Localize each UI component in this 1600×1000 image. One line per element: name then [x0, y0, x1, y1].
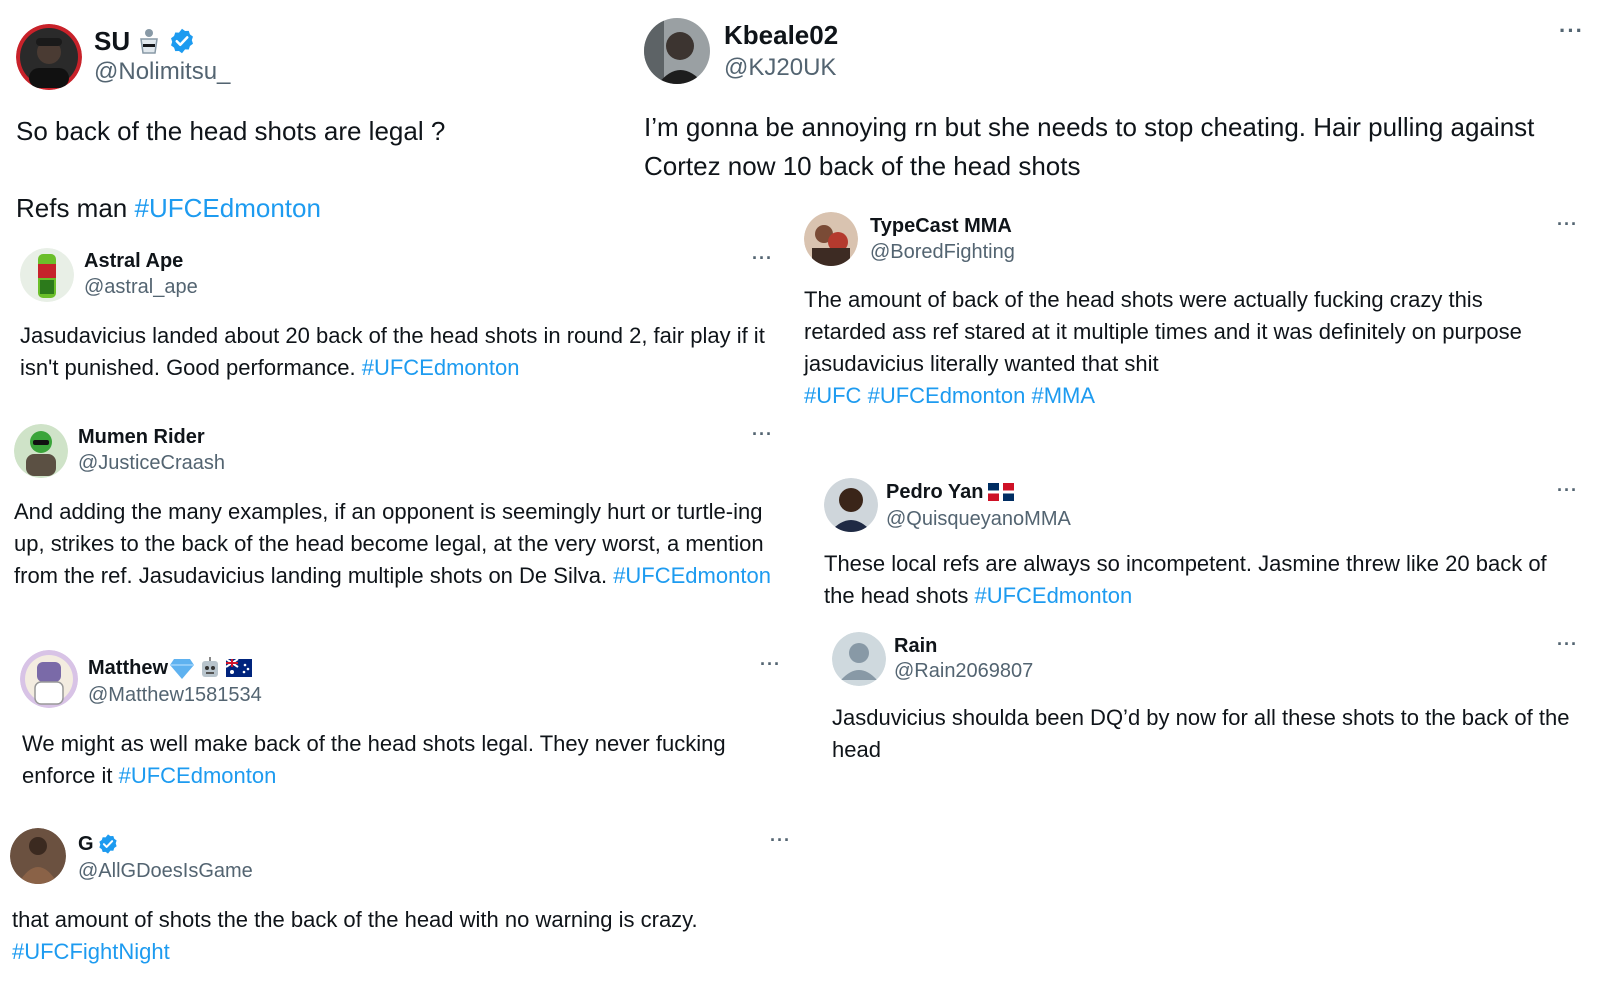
australia-flag-icon — [226, 659, 252, 677]
avatar[interactable] — [824, 478, 878, 532]
verified-badge-icon — [97, 833, 119, 855]
tweet-text: And adding the many examples, if an oppo… — [14, 496, 784, 592]
hashtag-link[interactable]: #UFCFightNight — [12, 939, 170, 964]
hashtag-link[interactable]: #UFCEdmonton — [135, 193, 321, 223]
hashtag-link[interactable]: #MMA — [1031, 383, 1095, 408]
more-options-icon[interactable]: ··· — [1557, 480, 1578, 501]
tweet-text-line-2: Refs man — [16, 193, 135, 223]
tweet-g: G @AllGDoesIsGame ··· that amount of sho… — [0, 818, 820, 1000]
hashtag-link[interactable]: #UFCEdmonton — [613, 563, 771, 588]
tweet-matthew: Matthew @Matthew1581534 ··· We might as … — [0, 640, 810, 810]
tweet-typecast-mma: TypeCast MMA @BoredFighting ··· The amou… — [800, 206, 1600, 416]
tweet-su: SU @Nolimitsu_ So back of the head shots… — [0, 0, 640, 232]
more-options-icon[interactable]: ··· — [1557, 214, 1578, 235]
display-name[interactable]: G — [78, 833, 94, 856]
hashtag-link[interactable]: #UFC — [804, 383, 861, 408]
handle[interactable]: @Rain2069807 — [894, 660, 1033, 683]
tweet-text: We might as well make back of the head s… — [22, 728, 792, 792]
avatar[interactable] — [20, 248, 74, 302]
avatar[interactable] — [10, 828, 66, 884]
more-options-icon[interactable]: ··· — [752, 424, 773, 445]
display-name[interactable]: TypeCast MMA — [870, 215, 1012, 238]
hashtag-link[interactable]: #UFCEdmonton — [974, 583, 1132, 608]
display-name[interactable]: SU — [94, 26, 130, 57]
verified-badge-icon — [168, 27, 196, 55]
default-avatar-icon — [832, 632, 886, 686]
display-name[interactable]: Mumen Rider — [78, 426, 205, 449]
dominican-flag-icon — [988, 483, 1015, 501]
tweet-mumen-rider: Mumen Rider @JusticeCraash ··· And addin… — [0, 414, 800, 634]
tweet-text-content: The amount of back of the head shots wer… — [804, 287, 1522, 376]
display-name[interactable]: Astral Ape — [84, 250, 183, 273]
gem-emoji-icon — [170, 657, 194, 679]
tweet-pedro-yan: Pedro Yan @QuisqueyanoMMA ··· These loca… — [820, 470, 1600, 620]
avatar[interactable] — [832, 632, 886, 686]
tweet-text: These local refs are always so incompete… — [824, 548, 1564, 612]
avatar[interactable] — [804, 212, 858, 266]
display-name[interactable]: Kbeale02 — [724, 20, 838, 51]
avatar[interactable] — [14, 424, 68, 478]
tweet-kbeale: Kbeale02 @KJ20UK ··· I’m gonna be annoyi… — [640, 0, 1600, 200]
display-name[interactable]: Rain — [894, 635, 937, 658]
more-options-icon[interactable]: ··· — [770, 830, 791, 851]
tweet-text-content: These local refs are always so incompete… — [824, 551, 1547, 608]
tweet-text: that amount of shots the the back of the… — [12, 904, 802, 968]
handle[interactable]: @KJ20UK — [724, 54, 836, 82]
more-options-icon[interactable]: ··· — [752, 248, 773, 269]
handle[interactable]: @JusticeCraash — [78, 452, 225, 475]
hashtag-link[interactable]: #UFCEdmonton — [868, 383, 1026, 408]
handle[interactable]: @astral_ape — [84, 276, 198, 299]
handle[interactable]: @Matthew1581534 — [88, 684, 262, 707]
hashtag-link[interactable]: #UFCEdmonton — [119, 763, 277, 788]
avatar[interactable] — [644, 18, 710, 84]
more-options-icon[interactable]: ··· — [760, 654, 781, 675]
tweet-rain: Rain @Rain2069807 ··· Jasduvicius should… — [830, 624, 1600, 784]
tweet-text: I’m gonna be annoying rn but she needs t… — [644, 112, 1535, 181]
more-options-icon[interactable]: ··· — [1557, 634, 1578, 655]
tweet-text: The amount of back of the head shots wer… — [804, 284, 1554, 412]
handle[interactable]: @BoredFighting — [870, 241, 1015, 264]
display-name[interactable]: Matthew — [88, 657, 168, 680]
karate-emoji-icon — [135, 27, 163, 55]
avatar[interactable] — [20, 650, 78, 708]
avatar[interactable] — [16, 24, 82, 90]
tweet-text-line-1: So back of the head shots are legal ? — [16, 116, 446, 146]
handle[interactable]: @Nolimitsu_ — [94, 58, 230, 86]
tweet-text: Jasduvicius shoulda been DQ’d by now for… — [832, 705, 1570, 762]
display-name[interactable]: Pedro Yan — [886, 481, 983, 504]
handle[interactable]: @QuisqueyanoMMA — [886, 508, 1071, 531]
tweet-text-content: that amount of shots the the back of the… — [12, 907, 698, 932]
tweet-text: Jasudavicius landed about 20 back of the… — [20, 320, 780, 384]
more-options-icon[interactable]: ··· — [1559, 18, 1584, 44]
handle[interactable]: @AllGDoesIsGame — [78, 860, 253, 883]
tweet-astral-ape: Astral Ape @astral_ape ··· Jasudavicius … — [0, 236, 790, 406]
hashtag-link[interactable]: #UFCEdmonton — [362, 355, 520, 380]
robot-emoji-icon — [199, 657, 221, 679]
tweet-text: So back of the head shots are legal ? Re… — [16, 112, 626, 228]
